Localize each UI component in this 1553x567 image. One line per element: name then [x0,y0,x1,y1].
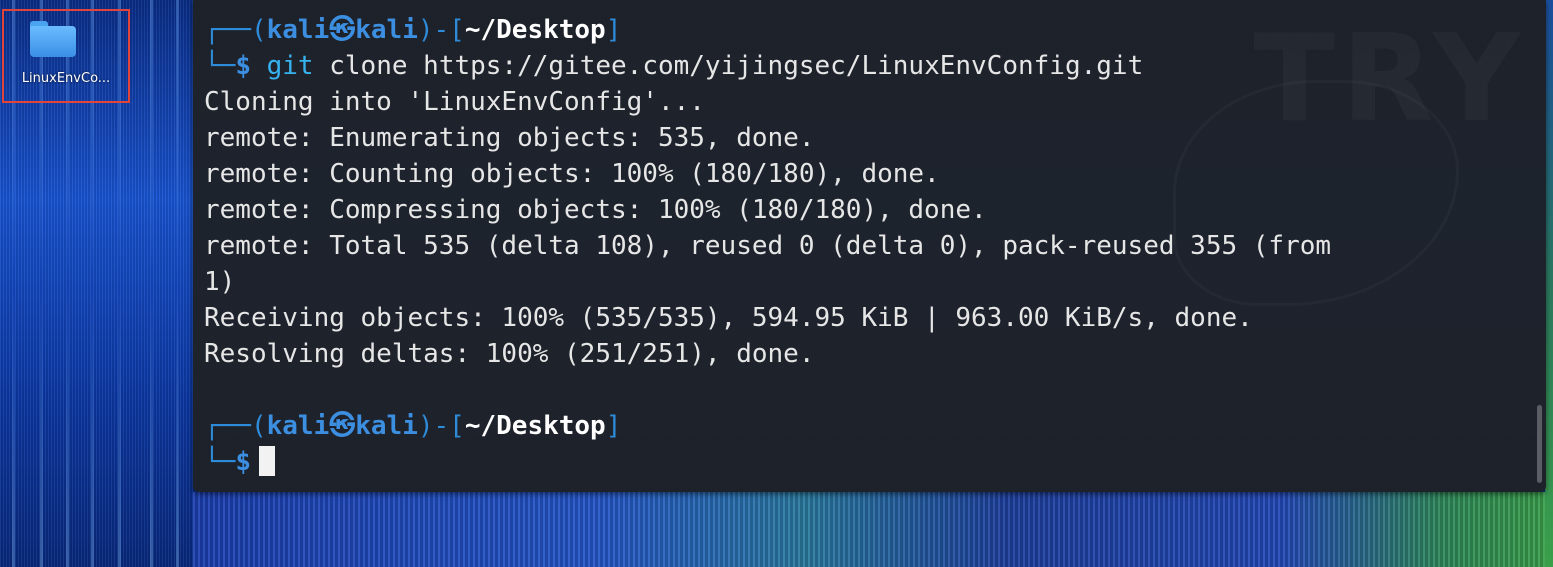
prompt-path: ~/Desktop [464,411,606,441]
output-line: remote: Enumerating objects: 535, done. [204,123,815,153]
prompt-path: ~/Desktop [464,15,606,45]
prompt-line-top: ┌──(kali㉿kali)-[~/Desktop] [204,411,622,441]
folder-icon [30,21,76,57]
output-line: remote: Compressing objects: 100% (180/1… [204,195,987,225]
terminal-window[interactable]: TRY ┌──(kali㉿kali)-[~/Desktop] └─$ git c… [193,0,1546,492]
text-cursor [258,446,275,476]
terminal-output[interactable]: ┌──(kali㉿kali)-[~/Desktop] └─$ git clone… [204,12,1526,480]
prompt-user-host: kali㉿kali [266,411,418,441]
command-line: └─$ git clone https://gitee.com/yijingse… [204,51,1144,81]
desktop-folder-linuxenvconfig[interactable]: LinuxEnvCo... [2,9,130,103]
desktop-wallpaper-band [193,492,1553,567]
command-args: clone https://gitee.com/yijingsec/LinuxE… [313,51,1144,81]
output-line: Resolving deltas: 100% (251/251), done. [204,339,815,369]
output-line: remote: Total 535 (delta 108), reused 0 … [204,231,1332,261]
output-line: remote: Counting objects: 100% (180/180)… [204,159,940,189]
desktop-wallpaper-edge [1545,0,1553,567]
output-line: Cloning into 'LinuxEnvConfig'... [204,87,705,117]
desktop-folder-label: LinuxEnvCo... [21,71,111,86]
output-line: Receiving objects: 100% (535/535), 594.9… [204,303,1253,333]
output-line: 1) [204,267,236,297]
input-line[interactable]: └─$ [204,444,1526,480]
wallpaper-stripe [176,0,179,567]
command-git: git [266,51,314,81]
terminal-scrollbar[interactable] [1537,405,1542,483]
prompt-line-top: ┌──(kali㉿kali)-[~/Desktop] [204,15,622,45]
wallpaper-stripe [150,0,153,567]
prompt-user-host: kali㉿kali [266,15,418,45]
